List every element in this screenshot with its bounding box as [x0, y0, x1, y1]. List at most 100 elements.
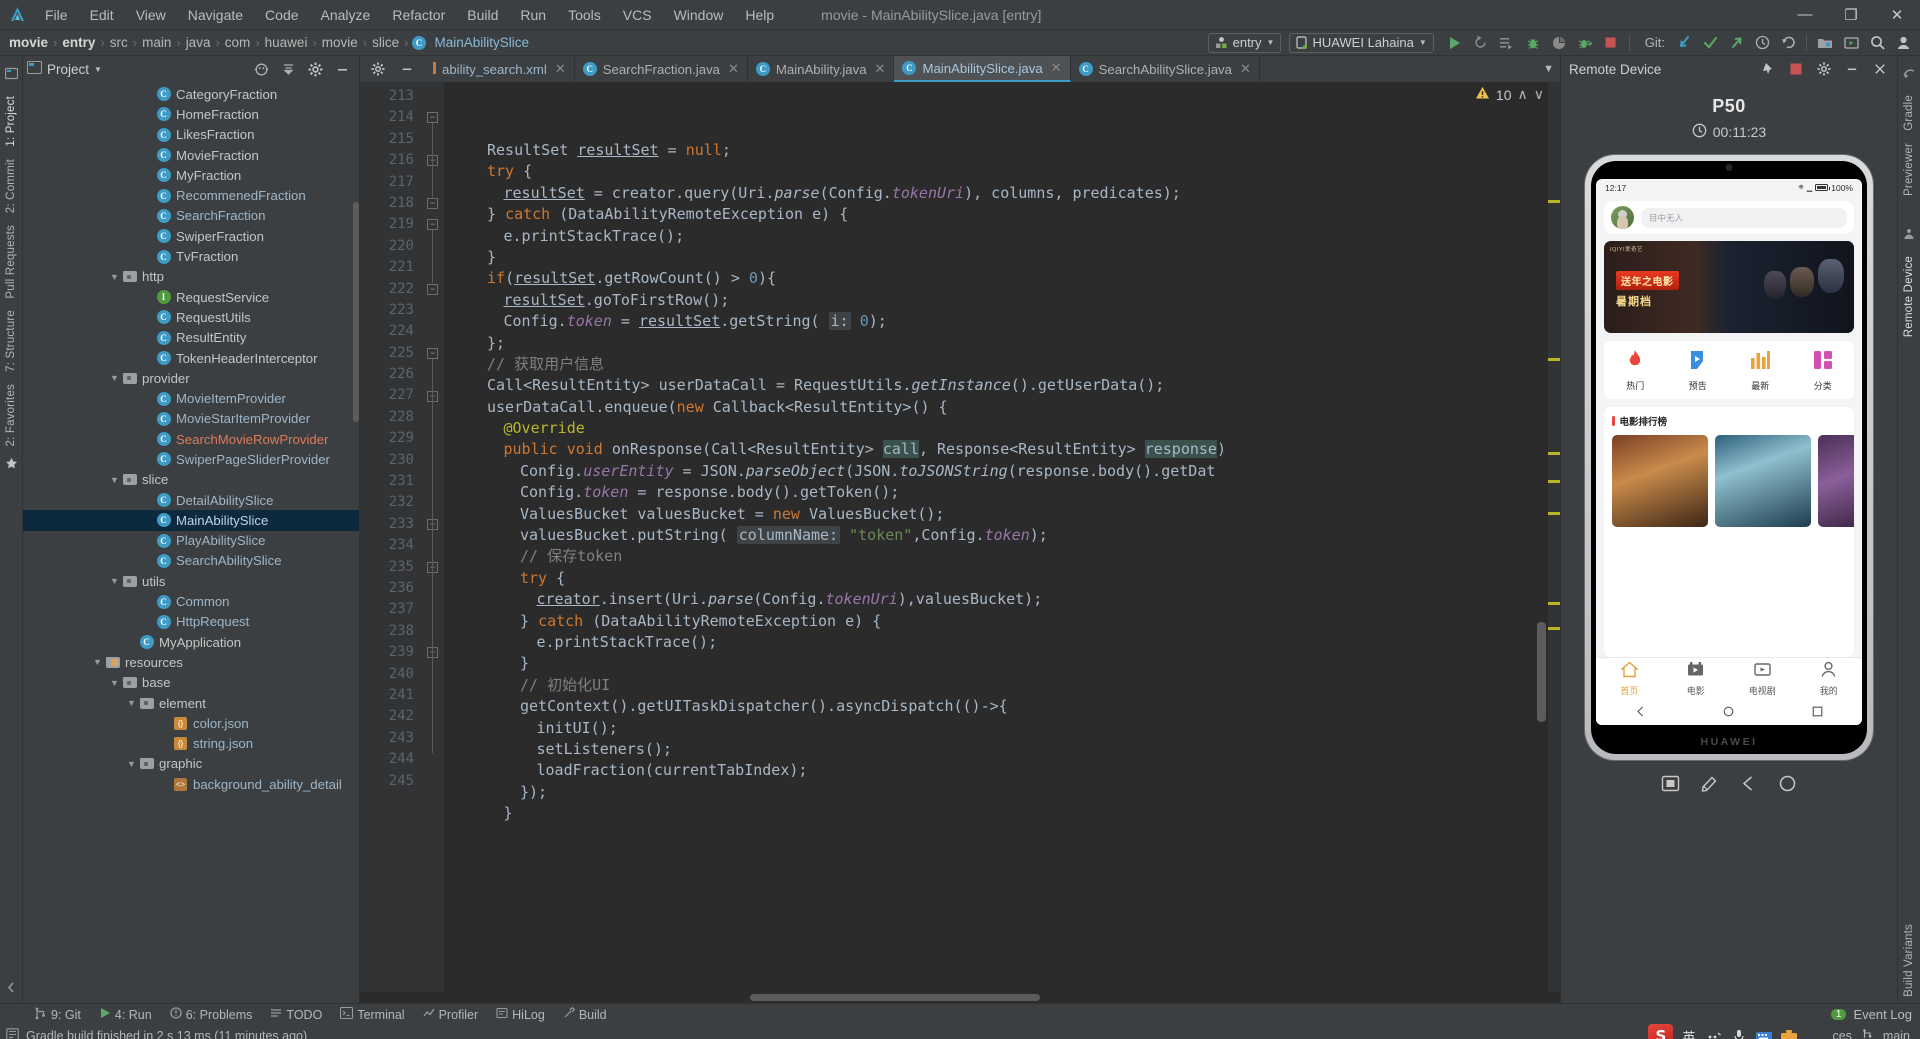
inspection-widget[interactable]: 10 ∧ ∨ — [1475, 86, 1544, 103]
tree-file[interactable]: C PlayAbilitySlice — [23, 531, 359, 551]
remote-device-icon[interactable] — [1903, 228, 1915, 243]
sidebar-item-remote-device[interactable]: Remote Device — [1903, 250, 1915, 343]
account-icon[interactable] — [1890, 31, 1916, 55]
chevron-down-icon[interactable]: ▼ — [108, 576, 121, 586]
menu-navigate[interactable]: Navigate — [177, 4, 254, 26]
code-line[interactable]: ValuesBucket valuesBucket = new ValuesBu… — [444, 504, 1548, 525]
tree-folder[interactable]: ▼ graphic — [23, 754, 359, 774]
project-tool-icon[interactable] — [4, 67, 18, 83]
editor-tab-bar[interactable]: ability_search.xml ✕ C SearchFraction.java ✕… — [360, 56, 1560, 82]
menu-refactor[interactable]: Refactor — [381, 4, 456, 26]
tool-window-bar[interactable]: 9: Git 4: Run 6: Problems TODO Terminal … — [0, 1003, 1920, 1025]
tree-file[interactable]: C Common — [23, 591, 359, 611]
editor-tab-ability_search-xml[interactable]: ability_search.xml ✕ — [425, 56, 575, 82]
home-nav-icon[interactable] — [1723, 705, 1734, 720]
sogou-logo-icon[interactable]: S — [1648, 1023, 1674, 1039]
debug-icon[interactable] — [1520, 31, 1546, 55]
menu-tools[interactable]: Tools — [557, 4, 612, 26]
tree-file[interactable]: C MovieStarItemProvider — [23, 409, 359, 429]
minimize-icon[interactable] — [1839, 57, 1865, 81]
coverage-icon[interactable] — [1546, 31, 1572, 55]
search-everywhere-icon[interactable] — [1864, 31, 1890, 55]
status-branch-label[interactable]: main — [1883, 1029, 1910, 1039]
quick-action-0[interactable]: 热门 — [1611, 349, 1659, 392]
error-stripe[interactable] — [1548, 82, 1560, 992]
tree-file[interactable]: C TvFraction — [23, 246, 359, 266]
tree-file[interactable]: C MovieItemProvider — [23, 388, 359, 408]
code-line[interactable]: // 保存token — [444, 546, 1548, 567]
tree-file[interactable]: C ResultEntity — [23, 328, 359, 348]
chevron-down-icon[interactable]: ▼ — [125, 759, 138, 769]
menu-file[interactable]: File — [34, 4, 79, 26]
warning-marker[interactable] — [1548, 200, 1560, 203]
tree-file[interactable]: C MyApplication — [23, 632, 359, 652]
menu-edit[interactable]: Edit — [79, 4, 125, 26]
chevron-down-icon[interactable]: ▼ — [108, 272, 121, 282]
code-line[interactable]: } catch (DataAbilityRemoteException e) { — [444, 204, 1548, 225]
tree-folder[interactable]: ▼ provider — [23, 368, 359, 388]
breadcrumb-item-src[interactable]: src — [107, 35, 131, 50]
module-selector[interactable]: entry ▼ — [1207, 32, 1282, 53]
code-line[interactable]: // 初始化UI — [444, 675, 1548, 696]
editor-tab-searchabilityslice-java[interactable]: C SearchAbilitySlice.java ✕ — [1071, 56, 1260, 82]
tree-folder[interactable]: ▼ base — [23, 673, 359, 693]
tree-file[interactable]: C LikesFraction — [23, 125, 359, 145]
phone-nav-bar[interactable] — [1596, 699, 1862, 725]
menu-build[interactable]: Build — [456, 4, 509, 26]
breadcrumb-item-com[interactable]: com — [222, 35, 254, 50]
tree-file[interactable]: I RequestService — [23, 287, 359, 307]
code-line[interactable]: Config.token = response.body().getToken(… — [444, 482, 1548, 503]
phone-quick-actions[interactable]: 热门 预告 最新 分类 — [1604, 341, 1854, 399]
code-line[interactable]: } — [444, 803, 1548, 824]
chevron-down-icon[interactable]: ▼ — [125, 698, 138, 708]
tree-file[interactable]: {} color.json — [23, 713, 359, 733]
editor-tab-tools[interactable] — [360, 56, 425, 82]
phone-search-row[interactable]: 目中无人 — [1604, 201, 1854, 234]
edit-icon[interactable] — [1700, 774, 1719, 796]
keyboard-icon[interactable] — [1754, 1027, 1773, 1039]
tree-file[interactable]: C HomeFraction — [23, 104, 359, 124]
editor-vertical-scrollbar[interactable] — [1537, 622, 1546, 722]
menu-bar[interactable]: File Edit View Navigate Code Analyze Ref… — [34, 4, 785, 26]
warning-marker[interactable] — [1548, 452, 1560, 455]
tree-file[interactable]: C RecommenedFraction — [23, 185, 359, 205]
phone-bottom-tabs[interactable]: 首页 电影 电视剧 我的 — [1596, 657, 1862, 699]
code-line[interactable]: } — [444, 247, 1548, 268]
recents-nav-icon[interactable] — [1812, 705, 1823, 720]
tree-file[interactable]: C RequestUtils — [23, 307, 359, 327]
chevron-down-icon[interactable]: ▼ — [108, 373, 121, 383]
code-editor[interactable]: 213 214 215 216 217 218 219 220 221 222 223 224 225 2… — [360, 82, 1560, 992]
rank-card[interactable] — [1715, 435, 1811, 527]
pin-icon[interactable] — [1755, 57, 1781, 81]
left-tool-rail[interactable]: 1: Project 2: Commit Pull Requests 7: St… — [0, 56, 23, 1003]
hide-panel-icon[interactable] — [1867, 57, 1893, 81]
project-structure-icon[interactable] — [1812, 31, 1838, 55]
tool-terminal[interactable]: Terminal — [332, 1006, 412, 1023]
quick-action-3[interactable]: 分类 — [1799, 349, 1847, 392]
tool-hilog[interactable]: HiLog — [488, 1006, 553, 1023]
warning-marker[interactable] — [1548, 512, 1560, 515]
tree-file[interactable]: C SearchMovieRowProvider — [23, 429, 359, 449]
code-line[interactable]: } — [444, 653, 1548, 674]
code-line[interactable]: }; — [444, 333, 1548, 354]
tree-file[interactable]: {} string.json — [23, 734, 359, 754]
code-line[interactable]: Config.userEntity = JSON.parseObject(JSO… — [444, 461, 1548, 482]
gear-icon[interactable] — [1811, 57, 1837, 81]
tree-file[interactable]: C MovieFraction — [23, 145, 359, 165]
event-log-label[interactable]: Event Log — [1853, 1007, 1912, 1022]
code-line[interactable]: resultSet = creator.query(Uri.parse(Conf… — [444, 183, 1548, 204]
git-push-icon[interactable] — [1723, 31, 1749, 55]
close-icon[interactable]: ✕ — [875, 61, 886, 77]
tree-file[interactable]: C MainAbilitySlice — [23, 510, 359, 531]
stop-icon[interactable] — [1783, 57, 1809, 81]
rank-card-list[interactable] — [1612, 435, 1854, 527]
device-selector[interactable]: HUAWEI Lahaina ▼ — [1289, 32, 1434, 53]
hide-panel-icon[interactable] — [394, 57, 420, 81]
code-line[interactable]: ResultSet resultSet = null; — [444, 140, 1548, 161]
tree-file[interactable]: C MyFraction — [23, 165, 359, 185]
breadcrumb[interactable]: movie › entry › src › main › java › com › huawei › mov… — [6, 35, 532, 50]
project-tree[interactable]: C CategoryFraction C HomeFraction C LikesFrac… — [23, 82, 359, 1003]
warning-marker[interactable] — [1548, 627, 1560, 630]
tree-file[interactable]: C SwiperFraction — [23, 226, 359, 246]
tree-file[interactable]: C TokenHeaderInterceptor — [23, 348, 359, 368]
